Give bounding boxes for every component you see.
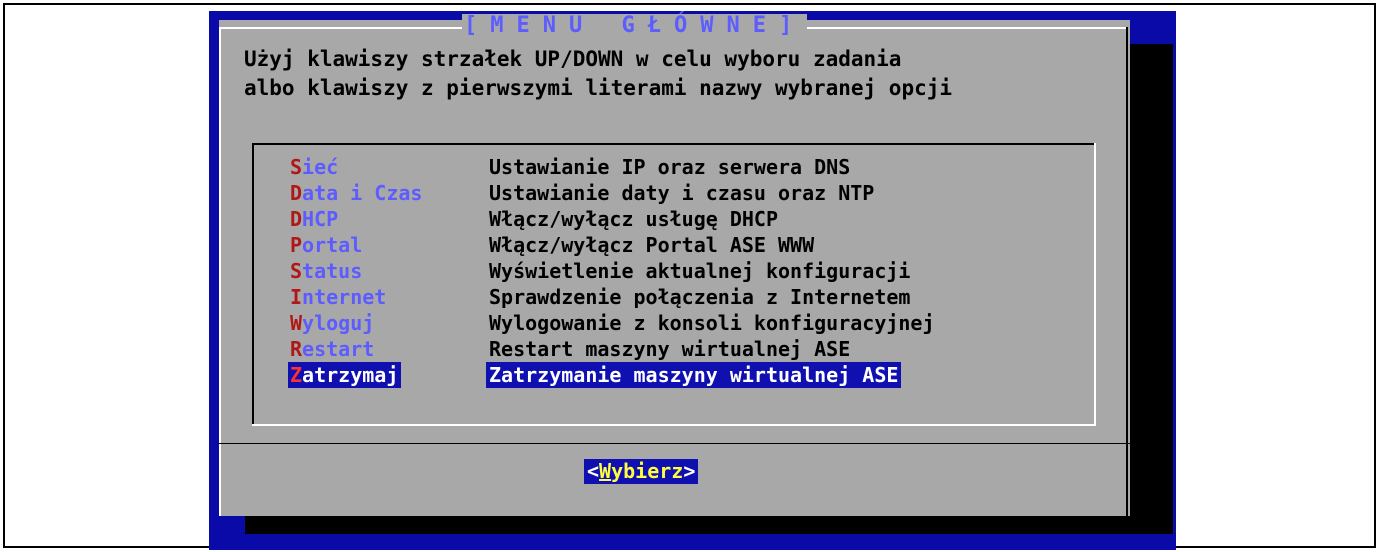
- instruction-line-2: albo klawiszy z pierwszymi literami nazw…: [244, 76, 953, 100]
- menu-item-hotkey: R: [290, 337, 303, 361]
- menu-item-label: ata i Czas: [302, 181, 423, 205]
- dialog-title: [MENU GŁÓWNE]: [462, 13, 808, 38]
- menu-item-key: Data i Czas: [290, 180, 422, 206]
- menu-item-description: Ustawianie daty i czasu oraz NTP: [489, 181, 875, 205]
- menu-item-label: estart: [302, 337, 375, 361]
- menu-item-description: Wylogowanie z konsoli konfiguracyjnej: [489, 311, 935, 335]
- menu-item-description: Zatrzymanie maszyny wirtualnej ASE: [486, 362, 902, 388]
- menu-item-hotkey: I: [290, 285, 303, 309]
- menu-item-hotkey: D: [290, 207, 303, 231]
- menu-item-label: HCP: [302, 207, 339, 231]
- menu-item-description: Włącz/wyłącz Portal ASE WWW: [489, 233, 815, 257]
- menu-item-key: Restart: [290, 336, 374, 362]
- button-separator: [219, 443, 1130, 444]
- menu-box-top: [252, 143, 1096, 145]
- select-button-hotkey: W: [599, 459, 612, 483]
- select-button-label: ybierz: [611, 459, 684, 483]
- instruction-line-1: Użyj klawiszy strzałek UP/DOWN w celu wy…: [244, 47, 902, 71]
- menu-item-hotkey: W: [290, 311, 303, 335]
- menu-item-key: Internet: [290, 284, 386, 310]
- menu-item-label: nternet: [302, 285, 387, 309]
- select-button-open-bracket: <: [587, 459, 600, 483]
- menu-item-description: Sprawdzenie połączenia z Internetem: [489, 285, 911, 309]
- menu-item-key: Status: [290, 258, 362, 284]
- menu-item-hotkey: Z: [290, 363, 303, 387]
- menu-item-hotkey: S: [290, 259, 303, 283]
- menu-box-right: [1094, 143, 1096, 426]
- menu-item-description: Włącz/wyłącz usługę DHCP: [489, 207, 778, 231]
- menu-item-description: Restart maszyny wirtualnej ASE: [489, 337, 851, 361]
- menu-box-left: [252, 143, 254, 426]
- select-button[interactable]: <Wybierz>: [584, 459, 699, 484]
- menu-box-bottom: [252, 424, 1096, 426]
- menu-item-description: Ustawianie IP oraz serwera DNS: [489, 155, 851, 179]
- menu-item-description: Wyświetlenie aktualnej konfiguracji: [489, 259, 911, 283]
- menu-item-key: Sieć: [290, 154, 338, 180]
- menu-item-key: Wyloguj: [290, 310, 374, 336]
- menu-item-hotkey: D: [290, 181, 303, 205]
- menu-item-hotkey: S: [290, 155, 303, 179]
- menu-item-label: ortal: [302, 233, 363, 257]
- instructions: Użyj klawiszy strzałek UP/DOWN w celu wy…: [244, 45, 952, 103]
- menu-item-key: Portal: [290, 232, 362, 258]
- menu-item-label: ieć: [302, 155, 339, 179]
- select-button-close-bracket: >: [683, 459, 696, 483]
- menu-item-label: atrzymaj: [302, 363, 399, 387]
- menu-item-label: yloguj: [302, 311, 375, 335]
- menu-item-key: Zatrzymaj: [288, 362, 402, 388]
- menu-item-hotkey: P: [290, 233, 303, 257]
- menu-item-label: tatus: [302, 259, 363, 283]
- menu-item-key: DHCP: [290, 206, 338, 232]
